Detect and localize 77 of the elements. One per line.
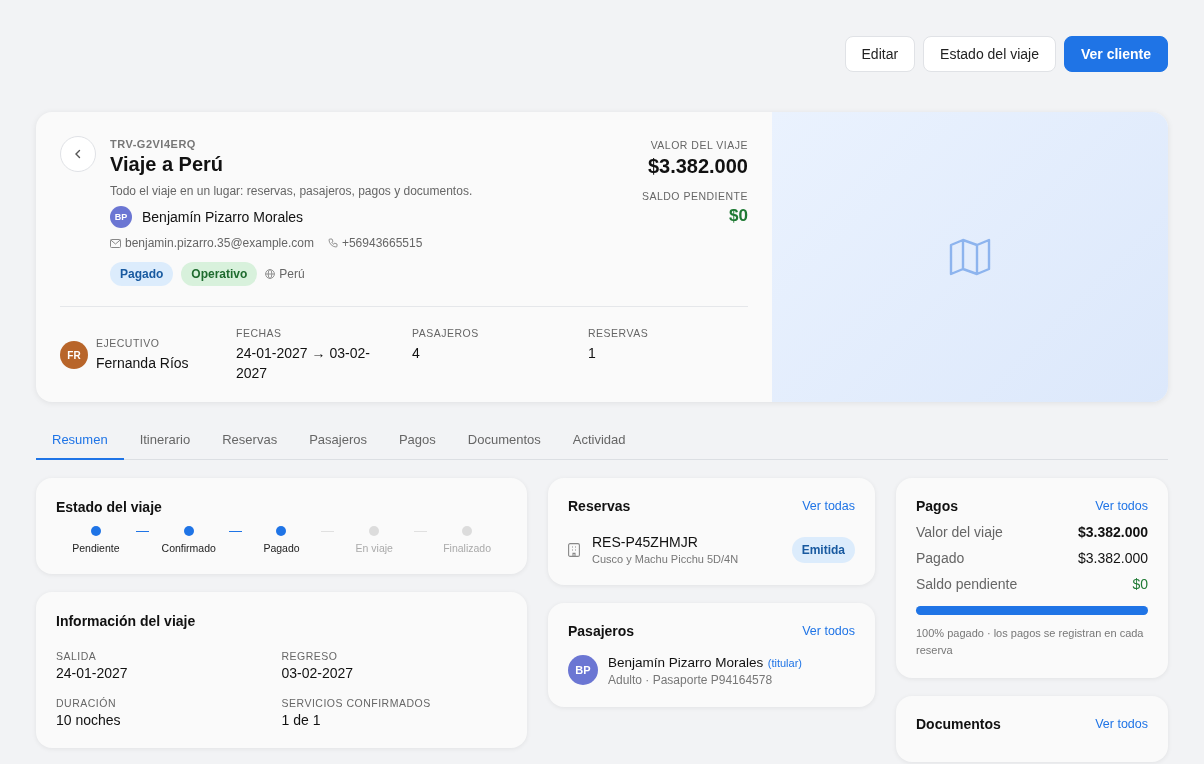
back-button[interactable] bbox=[60, 136, 96, 172]
trip-code: TRV-G2VI4ERQ bbox=[110, 138, 197, 150]
reservation-code: RES-P45ZHMJR bbox=[592, 534, 699, 550]
step-label: Pendiente bbox=[72, 542, 120, 554]
card-title: Pasajeros bbox=[568, 623, 635, 639]
step-label: Pagado bbox=[263, 542, 300, 554]
avatar: BP bbox=[568, 655, 598, 685]
field-label: DURACIÓN bbox=[56, 697, 117, 709]
primary-button[interactable]: Ver cliente bbox=[1063, 36, 1168, 72]
tab[interactable]: Reservas bbox=[206, 422, 294, 460]
client-phone: +56943665515 bbox=[341, 236, 423, 250]
card-title: Información del viaje bbox=[56, 613, 196, 629]
avatar: FR bbox=[60, 341, 88, 370]
trip-description: Todo el viaje en un lugar: reservas, pasajeros, pagos y documentos. bbox=[110, 184, 474, 198]
holder-tag: (titular) bbox=[767, 657, 802, 669]
payment-label: Valor del viaje bbox=[916, 524, 1003, 540]
stat-label: FECHAS bbox=[236, 327, 283, 339]
step-label: Confirmado bbox=[161, 542, 216, 554]
payment-amount: $3.382.000 bbox=[1077, 524, 1148, 540]
card-title: Pagos bbox=[916, 498, 958, 514]
globe-icon bbox=[265, 269, 276, 279]
trip-value-label: VALOR DEL VIAJE bbox=[650, 139, 748, 151]
tab[interactable]: Resumen bbox=[36, 422, 124, 460]
status-badge: Operativo bbox=[181, 262, 258, 286]
tab[interactable]: Actividad bbox=[556, 422, 642, 460]
field-value: 24-01-2027 bbox=[56, 665, 129, 681]
field-label: REGRESO bbox=[281, 650, 339, 662]
tab[interactable]: Documentos bbox=[451, 422, 557, 460]
action-button[interactable]: Estado del viaje bbox=[923, 36, 1056, 72]
card-title: Estado del viaje bbox=[56, 499, 162, 515]
stat-value: 4 bbox=[412, 344, 421, 363]
view-all-link[interactable]: Ver todos bbox=[1095, 499, 1148, 513]
payment-note: 100% pagado · los pagos se registran en cada reserva bbox=[916, 626, 1145, 658]
action-button[interactable]: Editar bbox=[844, 36, 916, 72]
stat-label: EJECUTIVO bbox=[96, 337, 161, 350]
balance-value: $0 bbox=[729, 206, 748, 226]
step-label: Finalizado bbox=[443, 542, 491, 554]
step-label: En viaje bbox=[355, 542, 393, 554]
payment-label: Saldo pendiente bbox=[916, 576, 1018, 592]
building-icon bbox=[568, 542, 580, 557]
reservation-description: Cusco y Machu Picchu 5D/4N bbox=[592, 553, 740, 565]
tab[interactable]: Itinerario bbox=[123, 422, 207, 460]
client-email: benjamin.pizarro.35@example.com bbox=[125, 236, 314, 250]
tab[interactable]: Pagos bbox=[382, 422, 452, 460]
stat-value: 1 bbox=[588, 344, 597, 363]
country: Perú bbox=[279, 267, 305, 281]
trip-value: $3.382.000 bbox=[647, 155, 748, 178]
field-label: SALIDA bbox=[56, 650, 98, 662]
card-title: Documentos bbox=[916, 716, 1001, 732]
view-all-link[interactable]: Ver todos bbox=[1095, 717, 1148, 731]
card-title: Reservas bbox=[568, 498, 631, 514]
step-connector bbox=[228, 531, 242, 532]
status-badge: Pagado bbox=[110, 262, 174, 286]
avatar: BP bbox=[110, 206, 132, 228]
trip-title: Viaje a Perú bbox=[110, 153, 225, 176]
field-value: 1 de 1 bbox=[281, 712, 322, 728]
payment-amount: $3.382.000 bbox=[1077, 550, 1148, 566]
client-name: Benjamín Pizarro Morales bbox=[142, 209, 304, 225]
passenger-name: Benjamín Pizarro Morales bbox=[608, 655, 764, 670]
payment-amount: $0 bbox=[1132, 576, 1148, 592]
step-connector bbox=[135, 531, 149, 532]
field-value: 03-02-2027 bbox=[281, 665, 355, 681]
view-all-link[interactable]: Ver todos bbox=[802, 624, 855, 638]
field-label: SERVICIOS CONFIRMADOS bbox=[281, 697, 432, 709]
passenger-detail: Adulto · Pasaporte P94164578 bbox=[608, 673, 774, 687]
stat-label: PASAJEROS bbox=[412, 327, 480, 339]
field-value: 10 noches bbox=[56, 712, 122, 728]
tab[interactable]: Pasajeros bbox=[293, 422, 383, 460]
view-all-link[interactable]: Ver todas bbox=[802, 499, 855, 513]
map-icon bbox=[949, 238, 991, 276]
stat-label: RESERVAS bbox=[588, 327, 650, 339]
mail-icon bbox=[110, 238, 121, 248]
phone-icon bbox=[327, 238, 338, 248]
status-badge: Emitida bbox=[791, 536, 855, 563]
payment-label: Pagado bbox=[916, 550, 965, 566]
stat-value: 24-01-2027 → 03-02-2027 bbox=[236, 344, 371, 384]
balance-label: SALDO PENDIENTE bbox=[641, 190, 748, 202]
